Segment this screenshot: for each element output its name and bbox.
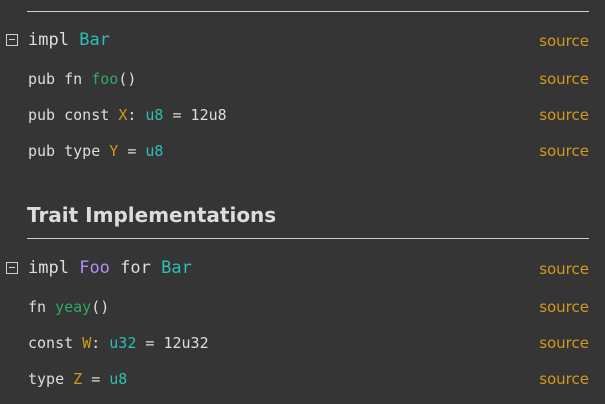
const-name-link[interactable]: W [82, 334, 91, 352]
section-heading-trait-implementations: Trait Implementations [27, 203, 277, 227]
impl-declaration: impl Bar [28, 30, 110, 50]
const-w-row: const W: u32 = 12u32 source [0, 331, 605, 355]
top-divider [27, 11, 589, 12]
source-link[interactable]: source [539, 297, 589, 317]
const-value: = 12u32 [136, 334, 209, 352]
method-prefix: fn [28, 298, 56, 316]
const-type-link[interactable]: u32 [109, 334, 136, 352]
impl-keyword: impl [28, 30, 69, 50]
type-signature: pub type Y = u8 [28, 141, 163, 161]
method-suffix: () [118, 70, 137, 88]
source-link[interactable]: source [539, 69, 589, 89]
source-link[interactable]: source [539, 141, 589, 161]
impl-bar-header: impl Bar source [0, 29, 605, 53]
impl-type-link[interactable]: Bar [79, 30, 110, 50]
type-y-row: pub type Y = u8 source [0, 139, 605, 163]
const-signature: const W: u32 = 12u32 [28, 333, 209, 353]
method-name-link[interactable]: yeay [55, 298, 91, 316]
source-link[interactable]: source [539, 369, 589, 389]
type-z-row: type Z = u8 source [0, 367, 605, 391]
trait-name-link[interactable]: Foo [79, 258, 110, 278]
const-colon: : [127, 106, 146, 124]
type-equals: = [118, 142, 146, 160]
method-suffix: () [91, 298, 110, 316]
type-equals: = [82, 370, 110, 388]
const-prefix: const [28, 334, 83, 352]
assoc-type-name-link[interactable]: Y [109, 142, 118, 160]
collapse-toggle-icon[interactable] [6, 262, 18, 274]
impl-foo-for-bar-header: impl Foo for Bar source [0, 257, 605, 281]
type-prefix: type [28, 370, 74, 388]
source-link[interactable]: source [539, 31, 589, 51]
method-foo-row: pub fn foo() source [0, 67, 605, 91]
assoc-type-name-link[interactable]: Z [73, 370, 82, 388]
assoc-type-value-link[interactable]: u8 [109, 370, 127, 388]
source-link[interactable]: source [539, 105, 589, 125]
const-name-link[interactable]: X [118, 106, 127, 124]
method-signature: pub fn foo() [28, 69, 136, 89]
impl-type-link[interactable]: Bar [161, 258, 192, 278]
collapse-toggle-icon[interactable] [6, 34, 18, 46]
assoc-type-value-link[interactable]: u8 [145, 142, 163, 160]
const-signature: pub const X: u8 = 12u8 [28, 105, 227, 125]
const-colon: : [91, 334, 110, 352]
source-link[interactable]: source [539, 333, 589, 353]
const-x-row: pub const X: u8 = 12u8 source [0, 103, 605, 127]
method-name-link[interactable]: foo [91, 70, 118, 88]
method-signature: fn yeay() [28, 297, 109, 317]
const-prefix: pub const [28, 106, 119, 124]
const-type-link[interactable]: u8 [145, 106, 163, 124]
source-link[interactable]: source [539, 259, 589, 279]
for-keyword: for [120, 258, 151, 278]
section-divider [27, 238, 589, 239]
const-value: = 12u8 [163, 106, 227, 124]
method-yeay-row: fn yeay() source [0, 295, 605, 319]
type-signature: type Z = u8 [28, 369, 127, 389]
impl-keyword: impl [28, 258, 69, 278]
trait-impl-declaration: impl Foo for Bar [28, 258, 192, 278]
type-prefix: pub type [28, 142, 110, 160]
method-prefix: pub fn [28, 70, 92, 88]
